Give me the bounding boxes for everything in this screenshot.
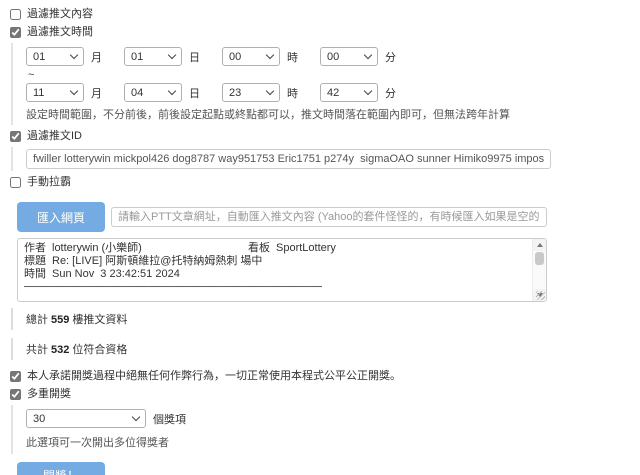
- filter-time-checkbox[interactable]: [10, 27, 21, 38]
- time-range-separator: ~: [28, 69, 632, 81]
- draw-button[interactable]: 開獎！: [17, 462, 105, 475]
- prize-count-select[interactable]: 30: [26, 409, 146, 428]
- time-filter-help-text: 設定時間範圍，不分前後，前後設定起點或終點都可以，推文時間落在範圍內即可，但無法…: [26, 106, 632, 122]
- scrollbar-track[interactable]: [533, 251, 546, 289]
- time-from-row: 01 月 01 日 00 時 00 分: [26, 47, 632, 66]
- prize-count-help-text: 此選項可一次開出多位得獎者: [26, 434, 632, 450]
- article-header-line: 作者lotterywin (小樂師) 看板SportLottery: [24, 242, 526, 255]
- time-from-hour-select[interactable]: 00: [222, 47, 280, 66]
- prize-count-row: 30 個獎項: [26, 409, 632, 428]
- unit-day-label: 日: [189, 85, 200, 101]
- filter-content-label: 過濾推文內容: [27, 8, 93, 21]
- article-content: 作者lotterywin (小樂師) 看板SportLottery 標題Re: …: [18, 239, 546, 294]
- unit-day-label: 日: [189, 49, 200, 65]
- chevron-down-icon: [364, 87, 372, 95]
- chevron-down-icon: [266, 51, 274, 59]
- chevron-down-icon: [70, 87, 78, 95]
- time-to-minute-select[interactable]: 42: [320, 83, 378, 102]
- manual-slot-row: 手動拉霸: [10, 176, 632, 189]
- time-to-day-select[interactable]: 04: [124, 83, 182, 102]
- article-board: 看板SportLottery: [248, 242, 336, 255]
- article-title-line: 標題Re: [LIVE] 阿斯頓維拉@托特納姆熱刺 場中: [24, 255, 526, 268]
- ptt-url-input[interactable]: [111, 207, 547, 227]
- pledge-row: 本人承諾開獎過程中絕無任何作弊行為，一切正常使用本程式公平公正開獎。: [10, 370, 632, 383]
- time-to-hour-select[interactable]: 23: [222, 83, 280, 102]
- chevron-down-icon: [364, 51, 372, 59]
- article-time-line: 時間Sun Nov 3 23:42:51 2024: [24, 268, 526, 281]
- import-row: 匯入網頁: [17, 202, 632, 232]
- prize-count-value: 30: [33, 413, 45, 425]
- multi-draw-label: 多重開獎: [27, 388, 71, 401]
- pledge-checkbox[interactable]: [10, 371, 21, 382]
- time-from-minute-value: 00: [327, 51, 339, 63]
- time-to-month-value: 11: [33, 87, 44, 99]
- prize-count-unit-label: 個獎項: [153, 411, 186, 427]
- time-to-day-value: 04: [131, 87, 143, 99]
- filter-time-label: 過濾推文時間: [27, 26, 93, 39]
- time-from-minute-select[interactable]: 00: [320, 47, 378, 66]
- filter-id-row: 過濾推文ID: [10, 130, 632, 143]
- unit-month-label: 月: [91, 85, 102, 101]
- filter-time-row: 過濾推文時間: [10, 26, 632, 39]
- time-from-day-select[interactable]: 01: [124, 47, 182, 66]
- time-to-row: 11 月 04 日 23 時 42 分: [26, 83, 632, 102]
- article-textarea[interactable]: 作者lotterywin (小樂師) 看板SportLottery 標題Re: …: [17, 238, 547, 302]
- manual-slot-checkbox[interactable]: [10, 177, 21, 188]
- time-from-hour-value: 00: [229, 51, 241, 63]
- time-from-month-select[interactable]: 01: [26, 47, 84, 66]
- time-to-month-select[interactable]: 11: [26, 83, 84, 102]
- multi-draw-row: 多重開獎: [10, 388, 632, 401]
- time-filter-section: 01 月 01 日 00 時 00 分 ~ 11: [11, 43, 632, 125]
- resize-grip-icon[interactable]: [536, 291, 545, 300]
- filter-id-label: 過濾推文ID: [27, 130, 82, 143]
- import-webpage-button[interactable]: 匯入網頁: [17, 202, 105, 232]
- time-from-day-value: 01: [131, 51, 143, 63]
- qualified-count: 532: [51, 344, 69, 356]
- time-to-minute-value: 42: [327, 87, 339, 99]
- ptt-lottery-tool-page: 過濾推文內容 過濾推文時間 01 月 01 日 00 時 00: [0, 0, 640, 475]
- unit-month-label: 月: [91, 49, 102, 65]
- filter-content-checkbox[interactable]: [10, 9, 21, 20]
- total-pushes-stat: 總計559樓推文資料: [11, 308, 632, 330]
- chevron-down-icon: [168, 51, 176, 59]
- unit-minute-label: 分: [385, 49, 396, 65]
- unit-hour-label: 時: [287, 85, 298, 101]
- chevron-down-icon: [70, 51, 78, 59]
- qualified-stat: 共計532位符合資格: [11, 338, 632, 360]
- filter-id-checkbox[interactable]: [10, 131, 21, 142]
- prize-count-section: 30 個獎項 此選項可一次開出多位得獎者: [11, 405, 632, 454]
- chevron-down-icon: [168, 87, 176, 95]
- chevron-down-icon: [132, 413, 140, 421]
- scroll-up-icon[interactable]: [533, 239, 546, 251]
- pledge-label: 本人承諾開獎過程中絕無任何作弊行為，一切正常使用本程式公平公正開獎。: [27, 370, 401, 383]
- total-pushes-count: 559: [51, 314, 69, 326]
- time-to-hour-value: 23: [229, 87, 241, 99]
- scrollbar-thumb[interactable]: [535, 252, 544, 265]
- article-author: 作者lotterywin (小樂師): [24, 242, 248, 255]
- article-divider: ────────────────────────────────────────…: [24, 281, 322, 294]
- id-filter-section: [11, 147, 632, 171]
- chevron-down-icon: [266, 87, 274, 95]
- id-list-input[interactable]: [26, 149, 551, 169]
- manual-slot-label: 手動拉霸: [27, 176, 71, 189]
- filter-content-row: 過濾推文內容: [10, 8, 632, 21]
- unit-minute-label: 分: [385, 85, 396, 101]
- multi-draw-checkbox[interactable]: [10, 389, 21, 400]
- time-from-month-value: 01: [33, 51, 45, 63]
- unit-hour-label: 時: [287, 49, 298, 65]
